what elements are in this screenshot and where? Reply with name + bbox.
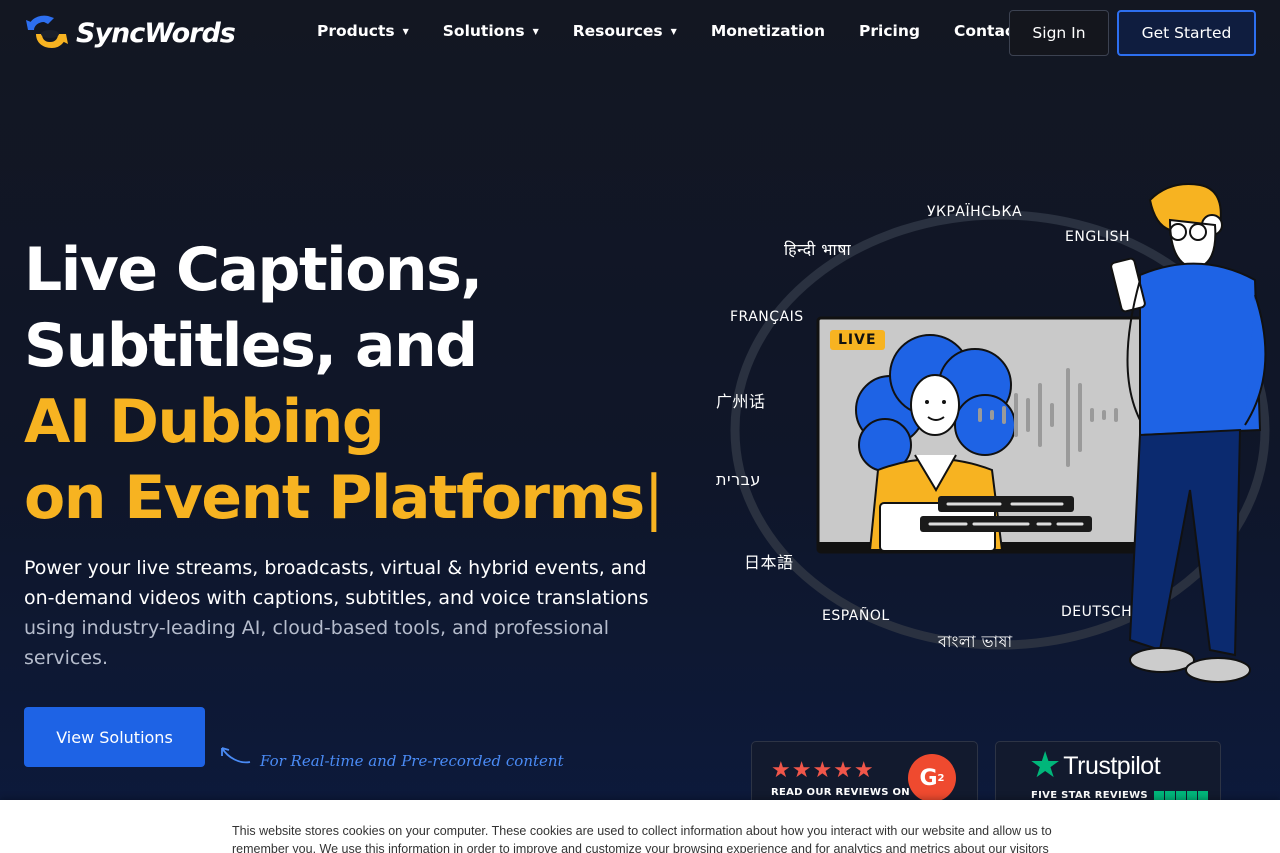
trustpilot-star-icon: ★ [1029, 745, 1062, 786]
menu-item-resources[interactable]: Resources ▼ [573, 22, 677, 40]
get-started-button[interactable]: Get Started [1117, 10, 1256, 56]
hero-title-highlight: AI Dubbing [24, 387, 385, 457]
language-label: DEUTSCH [1061, 604, 1133, 620]
language-label: हिन्दी भाषा [784, 240, 852, 259]
syncwords-logo-icon [26, 15, 68, 48]
chevron-down-icon: ▼ [402, 26, 409, 36]
chevron-down-icon: ▼ [670, 26, 677, 36]
hero-description-main: Power your live streams, broadcasts, vir… [24, 557, 649, 609]
logo[interactable]: SyncWords [24, 12, 236, 54]
language-label: 广州话 [716, 392, 766, 411]
language-label: ESPAÑOL [822, 608, 890, 624]
hero-title-line: Live Captions, [24, 235, 483, 305]
top-nav: SyncWords Products ▼ Solutions ▼ Resourc… [0, 0, 1280, 66]
hero-illustration: LIVE УКРАЇНСЬКА ENGLISH हिन्दी भाषा FRAN… [700, 170, 1280, 700]
language-label: বাংলা ভাষা [938, 632, 1013, 651]
menu-label: Products [317, 22, 395, 40]
chevron-down-icon: ▼ [532, 26, 539, 36]
g2-review-label: READ OUR REVIEWS ON [771, 787, 910, 798]
g2-logo-icon: G2 [908, 754, 956, 802]
menu-label: Solutions [442, 22, 525, 40]
language-label: УКРАЇНСЬКА [927, 204, 1023, 220]
cookie-banner-text: This website stores cookies on your comp… [232, 824, 1052, 853]
hero-note-text: For Real-time and Pre-recorded content [260, 752, 564, 770]
hero-title-highlight: on Event Platforms| [24, 460, 664, 536]
menu-label: Pricing [859, 22, 920, 40]
cookie-banner: This website stores cookies on your comp… [0, 800, 1280, 853]
hero-title-line: Subtitles, and [24, 311, 478, 381]
trustpilot-name: Trustpilot [1063, 751, 1161, 780]
main-menu: Products ▼ Solutions ▼ Resources ▼ Monet… [317, 22, 1056, 40]
menu-item-monetization[interactable]: Monetization [711, 22, 825, 40]
trustpilot-rating-icon [1153, 790, 1209, 801]
sign-in-button[interactable]: Sign In [1009, 10, 1109, 56]
trustpilot-logo: ★ Trustpilot [1029, 745, 1161, 786]
menu-item-products[interactable]: Products ▼ [317, 22, 409, 40]
hero-title: Live Captions, Subtitles, and AI Dubbing… [24, 232, 664, 536]
menu-label: Monetization [710, 22, 826, 40]
view-solutions-button[interactable]: View Solutions [24, 707, 205, 767]
typed-text: on Event Platforms [24, 463, 645, 533]
menu-label: Resources [572, 22, 663, 40]
live-badge: LIVE [830, 330, 885, 350]
curved-arrow-icon [221, 747, 251, 764]
hero-note: For Real-time and Pre-recorded content [218, 740, 564, 770]
language-label: 日本語 [744, 553, 794, 572]
language-label: FRANÇAIS [730, 309, 804, 325]
brand-name: SyncWords [76, 17, 236, 49]
hero-description-secondary: using industry-leading AI, cloud-based t… [24, 617, 610, 669]
hero-description: Power your live streams, broadcasts, vir… [24, 553, 664, 673]
language-label: עברית [716, 470, 761, 489]
menu-item-solutions[interactable]: Solutions ▼ [443, 22, 539, 40]
rating-stars: ★★★★★ [771, 758, 875, 783]
typing-cursor: | [643, 463, 664, 533]
language-label: ENGLISH [1065, 229, 1131, 245]
menu-item-pricing[interactable]: Pricing [859, 22, 920, 40]
